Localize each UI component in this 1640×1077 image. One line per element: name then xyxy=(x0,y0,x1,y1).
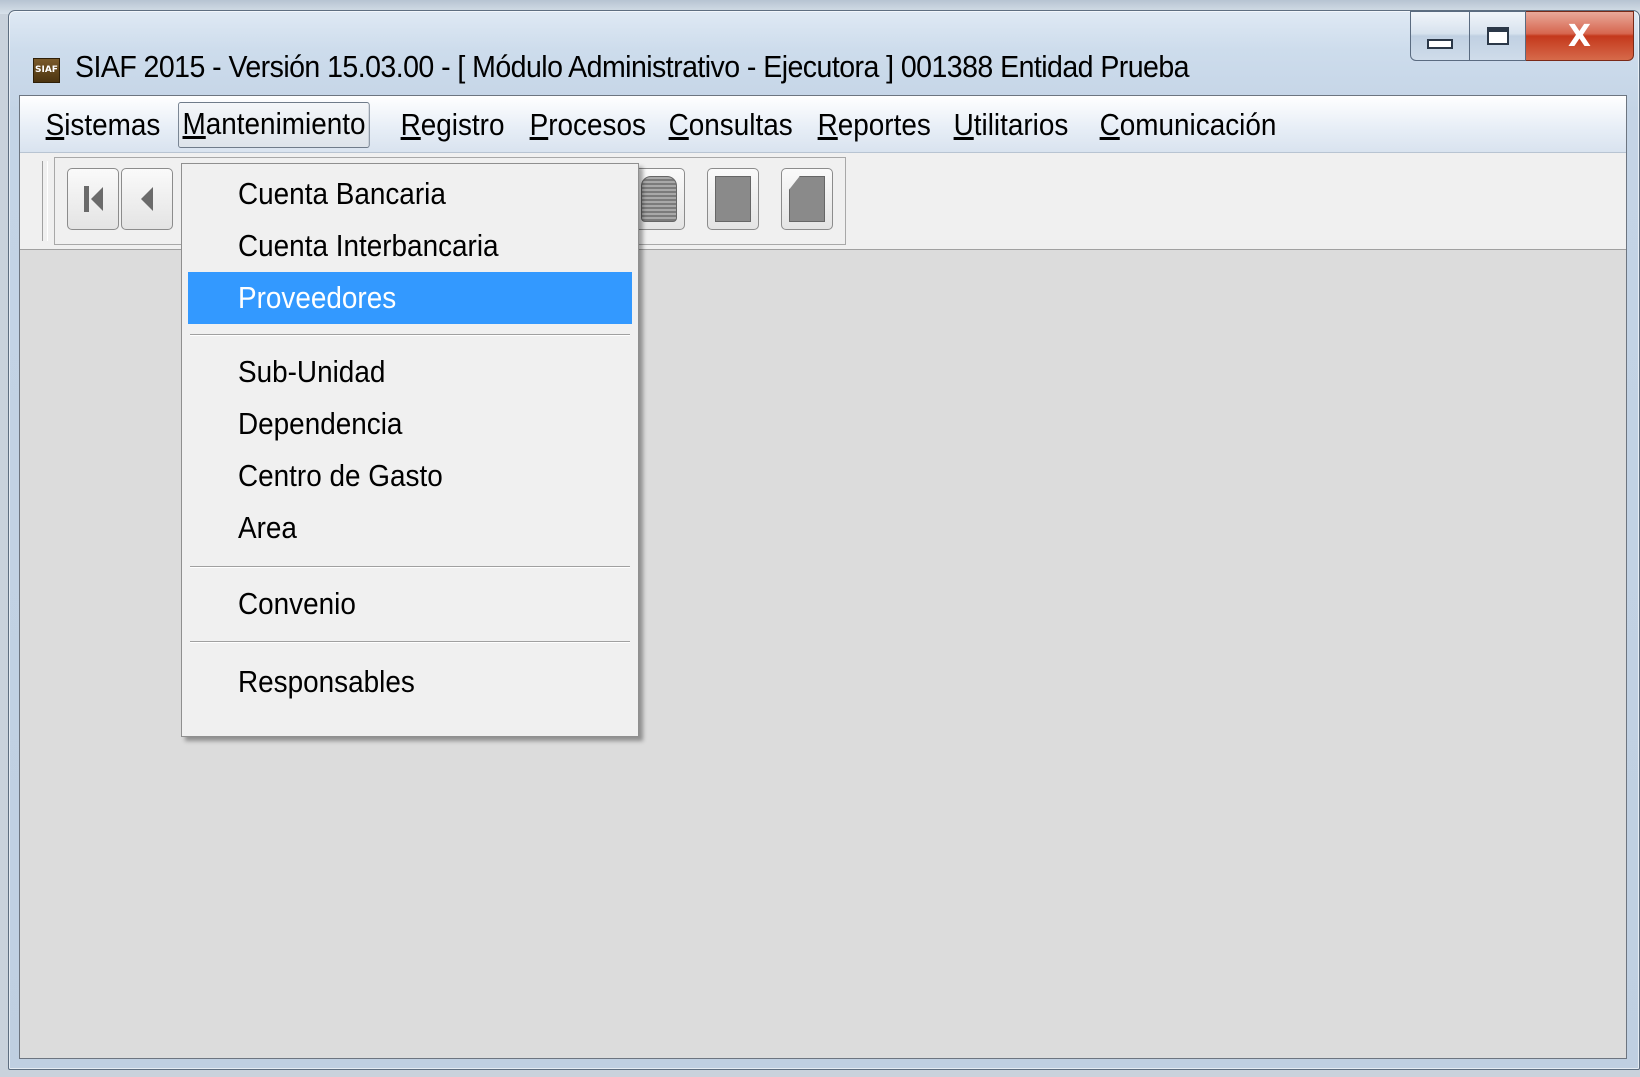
maximize-icon xyxy=(1486,27,1509,45)
menu-item-label: Centro de Gasto xyxy=(238,458,443,493)
menu-label: egistro xyxy=(420,107,505,142)
menu-utilitarios[interactable]: Utilitarios xyxy=(950,104,1072,146)
menu-separator xyxy=(190,566,630,568)
menu-item-label: Proveedores xyxy=(238,280,397,315)
menu-procesos[interactable]: Procesos xyxy=(526,104,650,146)
close-button[interactable]: X xyxy=(1526,11,1634,61)
first-bar-icon xyxy=(83,186,89,212)
close-icon: X xyxy=(1567,18,1592,54)
toolbar-grip[interactable] xyxy=(42,161,48,241)
toolbar-button-b[interactable] xyxy=(707,168,759,230)
mantenimiento-dropdown: Cuenta Bancaria Cuenta Interbancaria Pro… xyxy=(181,163,639,737)
menu-item-label: Cuenta Interbancaria xyxy=(238,228,499,263)
menu-registro[interactable]: Registro xyxy=(397,104,508,146)
menu-label: omunicación xyxy=(1119,107,1277,142)
previous-record-button[interactable] xyxy=(121,168,173,230)
menu-label: istemas xyxy=(64,107,161,142)
menu-mnemonic: P xyxy=(529,107,549,142)
menu-item-label: Sub-Unidad xyxy=(238,354,386,389)
menu-label: eportes xyxy=(837,107,931,142)
menu-label: onsultas xyxy=(688,107,793,142)
menu-mnemonic: C xyxy=(1099,107,1120,142)
menu-separator xyxy=(190,641,630,643)
window-title: SIAF 2015 - Versión 15.03.00 - [ Módulo … xyxy=(75,49,1190,84)
toolbar-button-a[interactable] xyxy=(633,168,685,230)
menu-item-area[interactable]: Area xyxy=(188,502,632,554)
menu-item-cuenta-interbancaria[interactable]: Cuenta Interbancaria xyxy=(188,220,632,272)
document-icon xyxy=(715,176,751,222)
menu-label: rocesos xyxy=(548,107,646,142)
menu-item-dependencia[interactable]: Dependencia xyxy=(188,398,632,450)
menu-item-convenio[interactable]: Convenio xyxy=(188,578,632,630)
menu-label: tilitarios xyxy=(973,107,1069,142)
title-bar[interactable]: SIAF SIAF 2015 - Versión 15.03.00 - [ Mó… xyxy=(9,11,1639,95)
menu-separator xyxy=(190,334,630,336)
menu-item-label: Responsables xyxy=(238,664,415,699)
main-window: SIAF SIAF 2015 - Versión 15.03.00 - [ Mó… xyxy=(8,10,1640,1070)
menu-comunicacion[interactable]: Comunicación xyxy=(1096,104,1280,146)
menu-bar: Sistemas Mantenimiento Registro Procesos… xyxy=(20,96,1626,153)
menu-mnemonic: R xyxy=(400,107,421,142)
toolbar-button-c[interactable] xyxy=(781,168,833,230)
minimize-button[interactable] xyxy=(1410,11,1470,61)
previous-record-icon xyxy=(141,187,153,211)
menu-item-responsables[interactable]: Responsables xyxy=(188,656,632,708)
menu-item-label: Area xyxy=(238,510,297,545)
menu-item-proveedores[interactable]: Proveedores xyxy=(188,272,632,324)
menu-item-sub-unidad[interactable]: Sub-Unidad xyxy=(188,346,632,398)
menu-label: antenimiento xyxy=(205,106,366,141)
menu-mnemonic: C xyxy=(668,107,689,142)
menu-mnemonic: U xyxy=(953,107,974,142)
first-record-icon xyxy=(90,187,103,211)
caption-buttons: X xyxy=(1410,11,1634,69)
maximize-button[interactable] xyxy=(1470,11,1526,61)
first-record-button[interactable] xyxy=(67,168,119,230)
menu-reportes[interactable]: Reportes xyxy=(814,104,934,146)
minimize-icon xyxy=(1427,39,1453,49)
menu-mantenimiento[interactable]: Mantenimiento xyxy=(178,102,371,148)
menu-mnemonic: R xyxy=(817,107,838,142)
menu-sistemas[interactable]: Sistemas xyxy=(42,104,164,146)
menu-item-cuenta-bancaria[interactable]: Cuenta Bancaria xyxy=(188,168,632,220)
menu-item-label: Convenio xyxy=(238,586,356,621)
menu-consultas[interactable]: Consultas xyxy=(665,104,796,146)
menu-item-label: Cuenta Bancaria xyxy=(238,176,446,211)
menu-mnemonic: S xyxy=(45,107,65,142)
exit-icon xyxy=(789,176,825,222)
menu-item-centro-de-gasto[interactable]: Centro de Gasto xyxy=(188,450,632,502)
menu-item-label: Dependencia xyxy=(238,406,403,441)
printer-icon xyxy=(641,176,677,222)
menu-mnemonic: M xyxy=(182,106,206,141)
siaf-app-icon[interactable]: SIAF xyxy=(33,58,60,83)
